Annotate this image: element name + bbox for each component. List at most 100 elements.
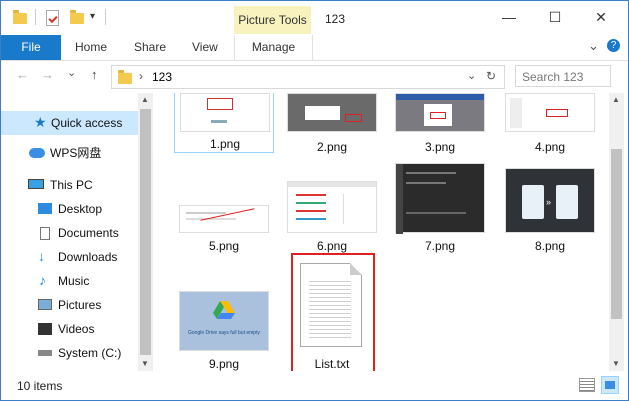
file-thumbnail [505,93,595,132]
sidebar-item-downloads[interactable]: ↓ Downloads [1,245,141,269]
sidebar-item-desktop[interactable]: Desktop [1,197,141,221]
file-thumbnail [395,163,485,234]
file-name: 2.png [316,140,348,154]
tab-share[interactable]: Share [134,35,166,60]
file-thumbnail [179,205,269,233]
sidebar-scroll-thumb[interactable] [140,109,151,355]
file-thumbnail [395,93,485,132]
properties-icon[interactable] [46,10,59,26]
breadcrumb-chevron[interactable]: › [139,69,143,83]
details-view-icon[interactable] [579,378,595,392]
computer-icon [28,179,44,189]
large-icons-view-icon[interactable] [601,376,619,394]
tab-file[interactable]: File [1,35,61,60]
file-item[interactable]: Google Drive says full but empty 9.png [174,263,274,371]
sidebar-item-label: Music [58,274,90,288]
sidebar-item-videos[interactable]: Videos [1,317,141,341]
recent-locations-button[interactable]: ⌄ [67,66,76,79]
scroll-up-icon[interactable]: ▲ [141,95,149,104]
star-icon: ★ [34,114,47,130]
title-bar: ▾ Picture Tools 123 — ☐ ✕ [1,1,628,35]
forward-button[interactable]: → [41,67,54,82]
downloads-icon: ↓ [38,248,45,264]
file-item[interactable]: » 8.png [500,163,600,255]
close-button[interactable]: ✕ [578,5,624,29]
cloud-icon [29,148,45,158]
file-item[interactable]: 3.png [390,93,490,154]
sidebar-item-label: This PC [50,178,93,192]
file-thumbnail [180,93,270,132]
content-scrollbar[interactable]: ▲ ▼ [609,93,624,371]
refresh-button[interactable]: ↻ [486,69,496,83]
tab-view[interactable]: View [192,35,218,60]
file-name: 1.png [209,137,241,151]
sidebar-item-label: Desktop [58,202,103,216]
file-name: 3.png [424,140,456,154]
sidebar-item-label: Quick access [51,116,123,130]
up-button[interactable]: ↑ [91,67,98,82]
sidebar-item-music[interactable]: ♪ Music [1,269,141,293]
sidebar-item-pictures[interactable]: Pictures [1,293,141,317]
tab-home[interactable]: Home [75,35,107,60]
file-thumbnail: » [505,168,595,233]
music-icon: ♪ [39,272,46,288]
folder-icon [13,10,27,24]
status-bar: 10 items [1,373,628,400]
sidebar-item-label: Pictures [58,298,102,312]
file-item[interactable]: 7.png [390,163,490,255]
tab-manage[interactable]: Manage [234,35,313,60]
sidebar-item-label: Documents [58,226,119,240]
picture-tools-label: Picture Tools [234,6,311,34]
sidebar-item-wps[interactable]: WPS网盘 [1,141,141,165]
expand-ribbon-icon[interactable]: ⌄ [588,38,599,54]
customize-quick-access-icon[interactable]: ▾ [90,11,95,22]
address-row: ← → ⌄ ↑ › 123 ⌄ ↻ Search 123 [1,61,628,91]
explorer-window: ▾ Picture Tools 123 — ☐ ✕ File Home Shar… [0,0,629,401]
search-input[interactable]: Search 123 [515,65,611,87]
file-thumbnail: Google Drive says full but empty [179,291,269,351]
file-item[interactable]: 5.png [174,163,274,255]
file-name: 6.png [316,239,348,253]
sidebar-item-system-c[interactable]: System (C:) [1,341,141,365]
documents-icon [40,227,50,240]
text-file-icon [300,263,362,347]
ribbon: File Home Share View Manage ⌄ ? [1,35,628,61]
file-list: 1.png 2.png 3.png 4.png 5.png 6.png 7.pn… [157,93,609,371]
minimize-button[interactable]: — [486,5,532,29]
desktop-icon [38,203,52,214]
address-bar[interactable]: › 123 ⌄ ↻ [111,65,505,89]
sidebar-item-label: Downloads [58,250,118,264]
navigation-pane: ★ Quick access WPS网盘 This PC Desktop Doc… [1,93,153,371]
scroll-up-icon[interactable]: ▲ [612,95,620,104]
file-name: 7.png [424,239,456,253]
sidebar-item-label: WPS网盘 [50,146,102,160]
back-button[interactable]: ← [16,67,29,82]
file-item[interactable]: 2.png [282,93,382,154]
window-title: 123 [325,12,346,26]
address-dropdown-button[interactable]: ⌄ [467,69,476,82]
scroll-down-icon[interactable]: ▼ [141,359,149,368]
file-item[interactable]: 6.png [282,163,382,255]
file-name: 4.png [534,140,566,154]
drive-icon [38,350,52,356]
sidebar-item-documents[interactable]: Documents [1,221,141,245]
file-item[interactable]: List.txt [282,263,382,371]
separator [35,9,36,25]
scroll-down-icon[interactable]: ▼ [612,359,620,368]
breadcrumb-item[interactable]: 123 [152,70,172,84]
folder-icon [118,70,132,84]
file-name: 5.png [208,239,240,253]
separator [105,9,106,25]
file-item[interactable]: 4.png [500,93,600,154]
maximize-button[interactable]: ☐ [532,5,578,29]
help-icon[interactable]: ? [607,39,620,52]
sidebar-item-quick-access[interactable]: ★ Quick access [1,111,141,135]
sidebar-scrollbar[interactable]: ▲ ▼ [138,93,153,371]
sidebar-item-label: System (C:) [58,346,122,360]
file-item[interactable]: 1.png [174,93,274,153]
new-folder-icon[interactable] [70,10,84,24]
sidebar-item-this-pc[interactable]: This PC [1,173,141,197]
content-scroll-thumb[interactable] [611,149,622,319]
file-thumbnail [287,181,377,233]
file-name: List.txt [314,357,350,371]
